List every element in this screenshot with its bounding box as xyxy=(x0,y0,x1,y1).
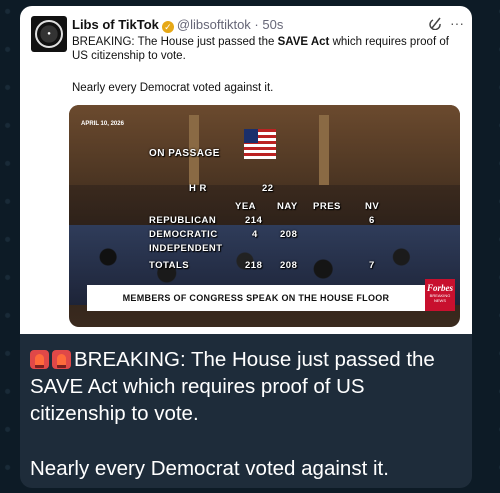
tweet-text-2: Nearly every Democrat voted against it. xyxy=(72,82,274,94)
hr-label: H R xyxy=(189,183,207,194)
row-label-totals: TOTALS xyxy=(149,260,190,271)
libs-of-tiktok-logo: ● xyxy=(35,20,63,48)
message-caption: BREAKING: The House just passed the SAVE… xyxy=(30,346,465,427)
tweet-text-prefix: BREAKING: The House just passed the xyxy=(72,36,278,48)
message-bubble[interactable]: ● Libs of TikTok ✓ @libsoftiktok · 50s ···… xyxy=(20,6,472,488)
democratic-yea: 4 xyxy=(252,229,258,240)
header-nv: NV xyxy=(365,201,380,212)
row-label-democratic: DEMOCRATIC xyxy=(149,229,218,240)
tweet-screenshot[interactable]: ● Libs of TikTok ✓ @libsoftiktok · 50s ···… xyxy=(20,6,472,334)
forbes-logo: Forbes BREAKING NEWS xyxy=(425,279,455,311)
verified-badge-icon: ✓ xyxy=(161,21,174,33)
republican-yea: 214 xyxy=(245,215,263,226)
democratic-nay: 208 xyxy=(280,229,298,240)
tweet-text-bold: SAVE Act xyxy=(277,36,330,48)
forbes-name: Forbes xyxy=(426,283,453,293)
caption-text-1: BREAKING: The House just passed the SAVE… xyxy=(30,348,435,425)
header-yea: YEA xyxy=(235,201,257,212)
forbes-sub: BREAKING NEWS xyxy=(429,293,451,303)
header-pres: PRES xyxy=(313,201,341,212)
header-nay: NAY xyxy=(277,201,298,212)
pillar xyxy=(319,115,329,185)
on-passage-label: ON PASSAGE xyxy=(149,148,220,159)
author-name: Libs of TikTok xyxy=(72,17,159,32)
totals-nay: 208 xyxy=(280,260,298,271)
grok-icon xyxy=(429,17,441,30)
avatar: ● xyxy=(31,16,67,52)
row-label-independent: INDEPENDENT xyxy=(149,243,223,254)
row-label-republican: REPUBLICAN xyxy=(149,215,217,226)
date-label: APRIL 10, 2026 xyxy=(81,121,124,127)
tweet-header: Libs of TikTok ✓ @libsoftiktok · 50s xyxy=(72,17,283,33)
police-light-icon xyxy=(52,350,71,369)
chyron-banner: MEMBERS OF CONGRESS SPEAK ON THE HOUSE F… xyxy=(87,285,425,311)
more-icon: ··· xyxy=(450,15,464,31)
totals-nv: 7 xyxy=(369,260,375,271)
totals-yea: 218 xyxy=(245,260,263,271)
republican-nv: 6 xyxy=(369,215,375,226)
us-flag-icon xyxy=(244,129,276,159)
tweet-media-image[interactable]: APRIL 10, 2026 ON PASSAGE H R 22 YEA NAY… xyxy=(69,105,460,327)
tweet-text: BREAKING: The House just passed the SAVE… xyxy=(72,35,462,63)
police-light-icon xyxy=(30,350,49,369)
handle-time: @libsoftiktok · 50s xyxy=(176,17,284,32)
hr-number: 22 xyxy=(262,183,274,194)
caption-text-2: Nearly every Democrat voted against it. xyxy=(30,457,389,480)
